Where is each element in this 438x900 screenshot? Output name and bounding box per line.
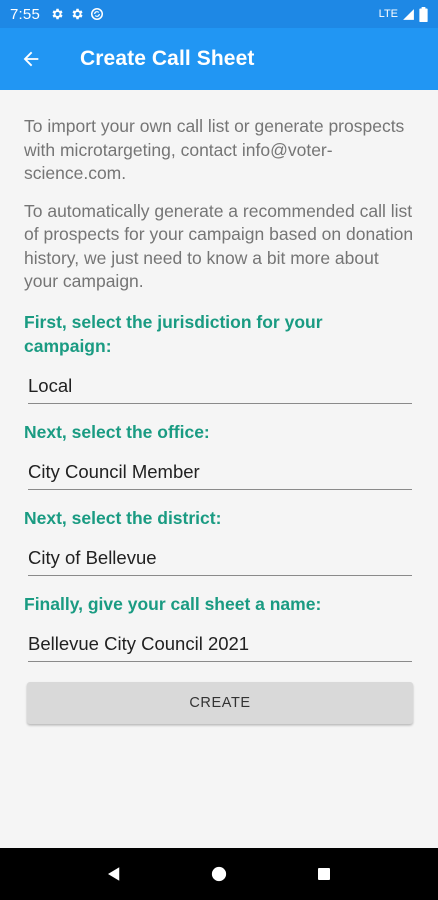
sync-icon: [90, 7, 104, 21]
nav-recents-button[interactable]: [304, 854, 344, 894]
gear-icon: [52, 8, 63, 20]
status-time: 7:55: [10, 5, 40, 23]
recents-square-icon: [317, 868, 330, 880]
call-sheet-name-label: Finally, give your call sheet a name:: [24, 593, 322, 614]
home-circle-icon: [211, 866, 227, 882]
intro-paragraph-import: To import your own call list or generate…: [24, 116, 405, 183]
create-button[interactable]: CREATE: [27, 681, 413, 724]
status-system-icons: LTE: [378, 6, 428, 22]
jurisdiction-select[interactable]: Local: [28, 368, 412, 404]
district-label: Next, select the district:: [24, 507, 222, 528]
call-sheet-name-input[interactable]: Bellevue City Council 2021: [28, 626, 412, 662]
office-select[interactable]: City Council Member: [28, 454, 412, 490]
district-select[interactable]: City of Bellevue: [28, 540, 412, 576]
intro-paragraph-auto: To automatically generate a recommended …: [24, 200, 414, 292]
signal-icon: [403, 8, 414, 20]
back-button[interactable]: [0, 28, 62, 90]
app-bar: Create Call Sheet: [0, 28, 438, 90]
status-notification-icons: [50, 7, 104, 21]
arrow-left-icon: [23, 51, 39, 67]
network-type: LTE: [378, 8, 398, 20]
main-content: To import your own call list or generate…: [0, 90, 438, 848]
nav-back-button[interactable]: [94, 854, 134, 894]
status-bar: 7:55 LTE: [0, 0, 438, 28]
gear-icon: [72, 8, 83, 20]
page-title: Create Call Sheet: [80, 47, 255, 70]
office-label: Next, select the office:: [24, 421, 210, 442]
jurisdiction-label: First, select the jurisdiction for your …: [24, 311, 323, 356]
battery-icon: [419, 6, 428, 22]
system-nav-bar: [0, 848, 438, 900]
back-triangle-icon: [108, 867, 120, 881]
nav-home-button[interactable]: [199, 854, 239, 894]
